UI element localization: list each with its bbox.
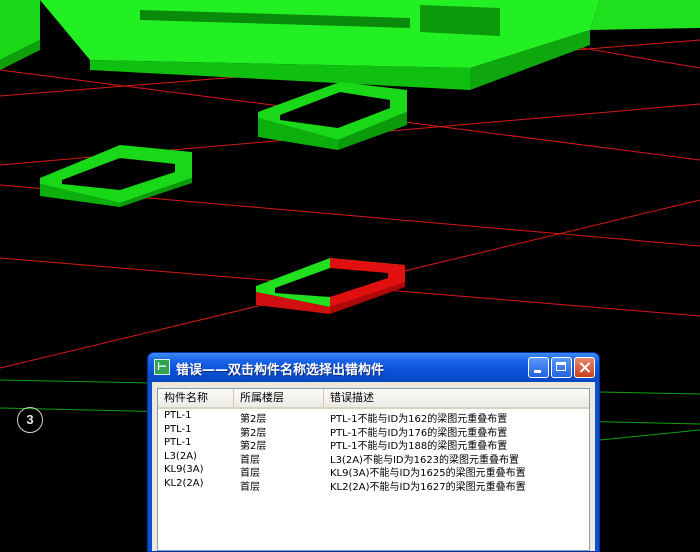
column-header-floor[interactable]: 所属楼层 [234, 389, 324, 407]
component-name[interactable]: PTL-1 [164, 424, 192, 438]
list-item[interactable]: KL9(3A) 首层 KL9(3A)不能与ID为1625的梁图元重叠布置 [158, 464, 589, 479]
floor: 第2层 [240, 441, 267, 452]
grid-axis-marker: 3 [17, 407, 43, 433]
list-item[interactable]: PTL-1 第2层 PTL-1不能与ID为162的梁图元重叠布置 [158, 410, 589, 425]
dialog-titlebar[interactable]: ⊢ 错误——双击构件名称选择出错构件 [148, 353, 599, 382]
dialog-client-area: 构件名称 所属楼层 错误描述 PTL-1 第2层 PTL-1不能与ID为162的… [152, 382, 595, 551]
app-icon: ⊢ [154, 359, 170, 375]
column-header-error-description[interactable]: 错误描述 [324, 389, 589, 407]
floor: 首层 [240, 468, 260, 479]
component-name[interactable]: KL9(3A) [164, 464, 204, 478]
close-button[interactable] [574, 357, 595, 378]
minimize-button[interactable] [528, 357, 549, 378]
floor: 第2层 [240, 427, 267, 439]
component-name[interactable]: PTL-1 [164, 410, 192, 424]
list-item[interactable]: PTL-1 第2层 PTL-1不能与ID为188的梁图元重叠布置 [158, 437, 589, 452]
component-name[interactable]: KL2(2A) [164, 478, 204, 492]
error-dialog-window: ⊢ 错误——双击构件名称选择出错构件 构件名称 所属楼层 错误描述 PTL-1 … [147, 352, 600, 552]
list-item[interactable]: L3(2A) 首层 L3(2A)不能与ID为1623的梁图元重叠布置 [158, 451, 589, 466]
list-item[interactable]: PTL-1 第2层 PTL-1不能与ID为176的梁图元重叠布置 [158, 424, 589, 439]
error-description: KL2(2A)不能与ID为1627的梁图元重叠布置 [330, 481, 526, 493]
floor: 首层 [240, 481, 260, 493]
error-list[interactable]: 构件名称 所属楼层 错误描述 PTL-1 第2层 PTL-1不能与ID为162的… [157, 388, 590, 551]
column-header-component-name[interactable]: 构件名称 [158, 389, 234, 407]
error-description: PTL-1不能与ID为176的梁图元重叠布置 [330, 427, 508, 439]
dialog-title: 错误——双击构件名称选择出错构件 [176, 363, 385, 378]
component-name[interactable]: L3(2A) [164, 451, 197, 465]
maximize-button[interactable] [551, 357, 572, 378]
error-description: PTL-1不能与ID为188的梁图元重叠布置 [330, 441, 508, 452]
error-description: PTL-1不能与ID为162的梁图元重叠布置 [330, 414, 508, 425]
error-description: L3(2A)不能与ID为1623的梁图元重叠布置 [330, 454, 520, 466]
error-description: KL9(3A)不能与ID为1625的梁图元重叠布置 [330, 468, 526, 479]
floor: 首层 [240, 454, 260, 466]
floor: 第2层 [240, 414, 267, 425]
list-header: 构件名称 所属楼层 错误描述 [158, 389, 589, 409]
list-item[interactable]: KL2(2A) 首层 KL2(2A)不能与ID为1627的梁图元重叠布置 [158, 478, 589, 493]
component-name[interactable]: PTL-1 [164, 437, 192, 451]
